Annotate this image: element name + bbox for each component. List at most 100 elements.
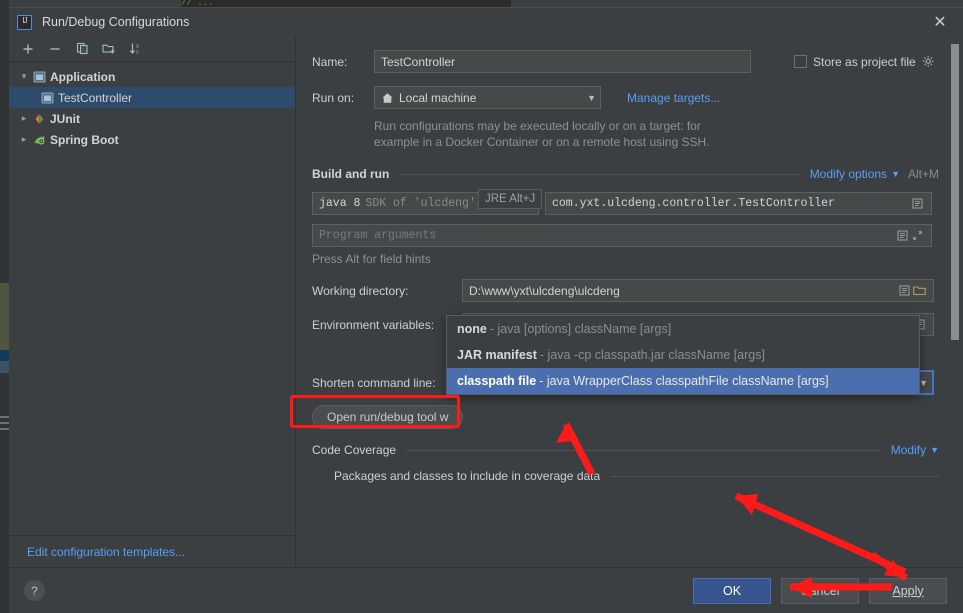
ide-left-marker-blue-1 — [0, 351, 9, 361]
ok-button[interactable]: OK — [693, 577, 771, 604]
close-icon[interactable]: ✕ — [929, 12, 951, 32]
run-on-value: Local machine — [399, 90, 477, 105]
dropdown-option-jar-manifest[interactable]: JAR manifest - java -cp classpath.jar cl… — [447, 342, 919, 368]
chevron-down-icon[interactable]: ▾ — [17, 71, 31, 82]
chevron-right-icon[interactable]: ▸ — [17, 113, 31, 124]
run-on-row: Run on: Local machine ▼ Manage targets..… — [312, 86, 939, 109]
configurations-tree: ▾ Application TestController ▸ JUnit ▸ S… — [9, 62, 295, 535]
spring-boot-icon — [31, 134, 48, 146]
tree-node-junit[interactable]: ▸ JUnit — [9, 108, 295, 129]
program-arguments-input[interactable]: Program arguments — [312, 224, 932, 247]
ide-code-sliver: // ... — [181, 0, 511, 7]
dropdown-option-none[interactable]: none - java [options] className [args] — [447, 316, 919, 342]
dropdown-option-label: none — [457, 322, 487, 336]
run-on-label: Run on: — [312, 90, 355, 105]
sort-az-icon[interactable]: a z — [124, 38, 148, 60]
dropdown-option-detail: - java [options] className [args] — [489, 322, 672, 336]
modify-options-shortcut: Alt+M — [907, 167, 939, 181]
chevron-down-icon[interactable]: ▼ — [579, 93, 596, 103]
folder-add-icon[interactable] — [97, 38, 121, 60]
open-run-debug-tool-window-button[interactable]: Open run/debug tool w — [312, 405, 464, 429]
dialog-title: Run/Debug Configurations — [42, 15, 190, 29]
working-directory-input[interactable]: D:\www\yxt\ulcdeng\ulcdeng — [462, 279, 934, 302]
run-on-target-combobox[interactable]: Local machine ▼ — [374, 86, 601, 109]
configuration-form: Name: TestController Store as project fi… — [296, 36, 963, 567]
name-row: Name: TestController Store as project fi… — [312, 50, 939, 73]
checkbox-box[interactable] — [794, 55, 807, 68]
apply-button[interactable]: Apply — [869, 577, 947, 604]
browse-folder-icon[interactable] — [912, 283, 927, 298]
main-class-value: com.yxt.ulcdeng.controller.TestControlle… — [552, 197, 835, 210]
tree-node-label: TestController — [58, 90, 133, 105]
edit-configuration-templates-link[interactable]: Edit configuration templates... — [27, 545, 185, 559]
working-directory-label: Working directory: — [312, 283, 409, 298]
coverage-modify-link[interactable]: Modify — [891, 443, 926, 457]
insert-macro-icon[interactable] — [897, 283, 912, 298]
help-button[interactable]: ? — [24, 580, 45, 601]
store-as-project-file-label: Store as project file — [813, 54, 916, 69]
modify-options-link[interactable]: Modify options — [810, 167, 887, 181]
dialog-titlebar: IJ Run/Debug Configurations ✕ — [9, 8, 963, 36]
dropdown-option-label: JAR manifest — [457, 348, 537, 362]
run-on-description: Run configurations may be executed local… — [374, 118, 939, 150]
field-hints-note: Press Alt for field hints — [312, 252, 431, 266]
dropdown-option-classpath-file[interactable]: classpath file - java WrapperClass class… — [447, 368, 919, 394]
store-as-project-file-checkbox[interactable]: Store as project file — [794, 55, 935, 69]
dropdown-option-detail: - java WrapperClass classpathFile classN… — [539, 374, 829, 388]
dialog-body: a z ▾ Application TestController ▸ JUnit… — [9, 36, 963, 567]
jre-hint-badge: JRE Alt+J — [478, 189, 543, 209]
code-coverage-title: Code Coverage — [312, 443, 397, 457]
tree-node-label: Application — [50, 69, 116, 84]
open-tool-window-row: Open run/debug tool w — [312, 405, 939, 429]
apply-button-label: Apply — [892, 583, 924, 598]
build-and-run-section-header: Build and run Modify options ▼ Alt+M — [312, 166, 939, 182]
application-icon — [39, 92, 56, 104]
chevron-down-icon[interactable]: ▼ — [930, 445, 939, 455]
chevron-down-icon[interactable]: ▼ — [891, 169, 900, 179]
name-input[interactable]: TestController — [374, 50, 751, 73]
remove-configuration-button[interactable] — [43, 38, 67, 60]
tree-node-testcontroller[interactable]: TestController — [9, 87, 295, 108]
name-label: Name: — [312, 54, 348, 69]
manage-targets-link[interactable]: Manage targets... — [627, 91, 720, 105]
build-and-run-title: Build and run — [312, 167, 390, 181]
run-debug-configurations-dialog: IJ Run/Debug Configurations ✕ a z ▾ Appl… — [9, 7, 963, 613]
svg-text:z: z — [136, 49, 139, 55]
add-configuration-button[interactable] — [16, 38, 40, 60]
home-icon — [381, 92, 394, 104]
configuration-form-pane: Name: TestController Store as project fi… — [296, 36, 963, 567]
chevron-right-icon[interactable]: ▸ — [17, 134, 31, 145]
dropdown-option-label: classpath file — [457, 374, 537, 388]
section-divider — [399, 173, 800, 175]
jre-and-main-class-row: java 8 SDK of 'ulcdeng' modul ▼ com.yxt.… — [312, 192, 939, 215]
coverage-packages-header: Packages and classes to include in cover… — [334, 469, 939, 483]
configurations-sidebar: a z ▾ Application TestController ▸ JUnit… — [9, 36, 296, 567]
browse-main-class-icon[interactable] — [910, 196, 925, 211]
application-icon — [31, 71, 48, 83]
ide-left-marker-green — [0, 283, 9, 350]
working-directory-row: Working directory: D:\www\yxt\ulcdeng\ul… — [312, 279, 939, 302]
section-divider — [610, 475, 939, 477]
main-class-input[interactable]: com.yxt.ulcdeng.controller.TestControlle… — [545, 192, 932, 215]
section-divider — [406, 449, 881, 451]
shorten-command-line-dropdown[interactable]: none - java [options] className [args] J… — [446, 315, 920, 395]
working-directory-value: D:\www\yxt\ulcdeng\ulcdeng — [469, 283, 620, 298]
expand-editor-icon[interactable] — [910, 228, 925, 243]
dialog-footer: ? OK Cancel Apply — [9, 567, 963, 613]
gear-icon[interactable] — [922, 55, 935, 68]
run-on-description-line-2: example in a Docker Container or on a re… — [374, 135, 710, 149]
tree-node-spring-boot[interactable]: ▸ Spring Boot — [9, 129, 295, 150]
copy-icon[interactable] — [70, 38, 94, 60]
intellij-logo-icon: IJ — [17, 14, 32, 30]
form-vertical-scrollbar[interactable] — [951, 44, 959, 340]
dropdown-option-detail: - java -cp classpath.jar className [args… — [539, 348, 765, 362]
program-arguments-placeholder: Program arguments — [319, 229, 437, 242]
program-arguments-row: Program arguments — [312, 224, 939, 247]
insert-macro-icon[interactable] — [895, 228, 910, 243]
cancel-button[interactable]: Cancel — [781, 577, 859, 604]
jre-value: java 8 — [319, 197, 361, 210]
coverage-packages-title: Packages and classes to include in cover… — [334, 469, 601, 483]
environment-variables-label: Environment variables: — [312, 317, 435, 332]
tree-node-label: JUnit — [50, 111, 80, 126]
tree-node-application[interactable]: ▾ Application — [9, 66, 295, 87]
